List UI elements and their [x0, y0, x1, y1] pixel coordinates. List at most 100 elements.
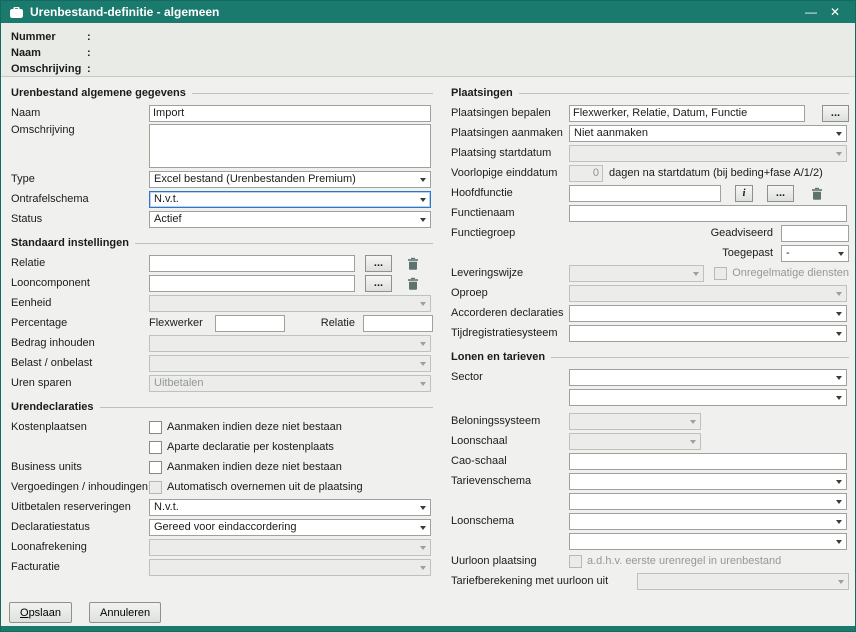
relatie-delete-button[interactable] [404, 255, 422, 272]
uren-sparen-select[interactable]: Uitbetalen [149, 375, 431, 392]
sector-select-2[interactable] [569, 389, 847, 406]
relatie-input[interactable] [149, 255, 355, 272]
loonafrekening-select[interactable] [149, 539, 431, 556]
save-button[interactable]: Opslaan [9, 602, 72, 623]
cancel-button[interactable]: Annuleren [89, 602, 161, 623]
accorderen-declaraties-select[interactable] [569, 305, 847, 322]
eenheid-row: Eenheid [11, 293, 433, 313]
section-title: Lonen en tarieven [451, 351, 545, 363]
aparte-declaratie-checkbox[interactable] [149, 441, 162, 454]
tariefberekening-select[interactable] [637, 573, 849, 590]
sector-label: Sector [451, 371, 569, 383]
hoofdfunctie-input[interactable] [569, 185, 721, 202]
section-standaard-instellingen: Standaard instellingen [11, 235, 433, 251]
type-select[interactable]: Excel bestand (Urenbestanden Premium) [149, 171, 431, 188]
chevron-down-icon [420, 526, 426, 530]
toegepast-label: Toegepast [722, 247, 773, 259]
declaratiestatus-select[interactable]: Gereed voor eindaccordering [149, 519, 431, 536]
record-info-header: Nummer : Naam : Omschrijving : [1, 23, 855, 77]
sector-select-1[interactable] [569, 369, 847, 386]
close-button[interactable]: ✕ [823, 2, 847, 22]
chevron-down-icon [690, 440, 696, 444]
trash-icon [407, 257, 419, 270]
functiegroep-toegepast-select[interactable]: - [781, 245, 849, 262]
oproep-row: Oproep [451, 283, 849, 303]
percentage-label: Percentage [11, 317, 149, 329]
loonschaal-select[interactable] [569, 433, 701, 450]
bedrag-inhouden-select[interactable] [149, 335, 431, 352]
percentage-flexwerker-label: Flexwerker [149, 317, 215, 329]
business-units-aanmaken-checkbox[interactable] [149, 461, 162, 474]
leveringswijze-row: Leveringswijze Onregelmatige diensten [451, 263, 849, 283]
chevron-down-icon [836, 332, 842, 336]
vergoedingen-overnemen-checkbox[interactable] [149, 481, 162, 494]
plaatsingen-bepalen-browse-button[interactable]: ... [822, 105, 849, 122]
percentage-flexwerker-input[interactable] [215, 315, 285, 332]
hoofdfunctie-info-button[interactable]: i [735, 185, 753, 202]
beloningssysteem-select[interactable] [569, 413, 701, 430]
oproep-select[interactable] [569, 285, 847, 302]
tijdregistratiesysteem-select[interactable] [569, 325, 847, 342]
naam-input[interactable] [149, 105, 431, 122]
tarievenschema-row-1: Tarievenschema [451, 471, 849, 491]
loonschema-row-1: Loonschema [451, 511, 849, 531]
plaatsing-startdatum-select[interactable] [569, 145, 847, 162]
uitbetalen-reserveringen-select[interactable]: N.v.t. [149, 499, 431, 516]
naam-info-label: Naam [11, 47, 87, 59]
onregelmatige-diensten-checkbox[interactable] [714, 267, 727, 280]
voorlopige-einddatum-label: Voorlopige einddatum [451, 167, 569, 179]
chevron-down-icon [836, 312, 842, 316]
leveringswijze-select[interactable] [569, 265, 704, 282]
uurloon-plaatsing-checkbox[interactable] [569, 555, 582, 568]
uren-sparen-select-value: Uitbetalen [154, 377, 204, 389]
belast-onbelast-select[interactable] [149, 355, 431, 372]
voorlopige-einddatum-input[interactable] [569, 165, 603, 182]
kostenplaatsen-aanmaken-checkbox[interactable] [149, 421, 162, 434]
onregelmatige-diensten-checkbox-label: Onregelmatige diensten [732, 267, 849, 279]
functiegroep-geadviseerd-input[interactable] [781, 225, 849, 242]
loonafrekening-row: Loonafrekening [11, 537, 433, 557]
ontrafelschema-label: Ontrafelschema [11, 193, 149, 205]
section-title: Plaatsingen [451, 87, 513, 99]
loonschema-select-1[interactable] [569, 513, 847, 530]
status-select[interactable]: Actief [149, 211, 431, 228]
looncomponent-browse-button[interactable]: ... [365, 275, 392, 292]
tarievenschema-select-2[interactable] [569, 493, 847, 510]
section-urenbestand-algemene-gegevens: Urenbestand algemene gegevens [11, 85, 433, 101]
ontrafelschema-select[interactable]: N.v.t. [149, 191, 431, 208]
omschrijving-textarea[interactable] [149, 124, 431, 168]
eenheid-label: Eenheid [11, 297, 149, 309]
loonschaal-label: Loonschaal [451, 435, 569, 447]
hoofdfunctie-browse-button[interactable]: ... [767, 185, 794, 202]
cao-schaal-input[interactable] [569, 453, 847, 470]
percentage-relatie-input[interactable] [363, 315, 433, 332]
kostenplaatsen-aanmaken-checkbox-label: Aanmaken indien deze niet bestaan [167, 421, 342, 433]
eenheid-select[interactable] [149, 295, 431, 312]
aparte-declaratie-checkbox-label: Aparte declaratie per kostenplaats [167, 441, 334, 453]
tijdregistratiesysteem-row: Tijdregistratiesysteem [451, 323, 849, 343]
chevron-down-icon [836, 292, 842, 296]
plaatsingen-bepalen-input[interactable] [569, 105, 805, 122]
type-row: Type Excel bestand (Urenbestanden Premiu… [11, 169, 433, 189]
facturatie-select[interactable] [149, 559, 431, 576]
beloningssysteem-label: Beloningssysteem [451, 415, 569, 427]
loonafrekening-label: Loonafrekening [11, 541, 149, 553]
plaatsingen-aanmaken-select[interactable]: Niet aanmaken [569, 125, 847, 142]
loonschema-select-2[interactable] [569, 533, 847, 550]
naam-row: Naam [11, 103, 433, 123]
right-column: Plaatsingen Plaatsingen bepalen ... Plaa… [451, 85, 849, 591]
looncomponent-input[interactable] [149, 275, 355, 292]
sector-row-2 [451, 387, 849, 407]
minimize-button[interactable]: — [799, 2, 823, 22]
section-title: Standaard instellingen [11, 237, 129, 249]
title-bar: Urenbestand-definitie - algemeen — ✕ [1, 1, 855, 23]
uren-sparen-row: Uren sparen Uitbetalen [11, 373, 433, 393]
functienaam-input[interactable] [569, 205, 847, 222]
hoofdfunctie-delete-button[interactable] [808, 185, 826, 202]
tarievenschema-select-1[interactable] [569, 473, 847, 490]
business-units-label: Business units [11, 461, 149, 473]
chevron-down-icon [836, 376, 842, 380]
relatie-browse-button[interactable]: ... [365, 255, 392, 272]
briefcase-icon [10, 7, 23, 18]
looncomponent-delete-button[interactable] [404, 275, 422, 292]
